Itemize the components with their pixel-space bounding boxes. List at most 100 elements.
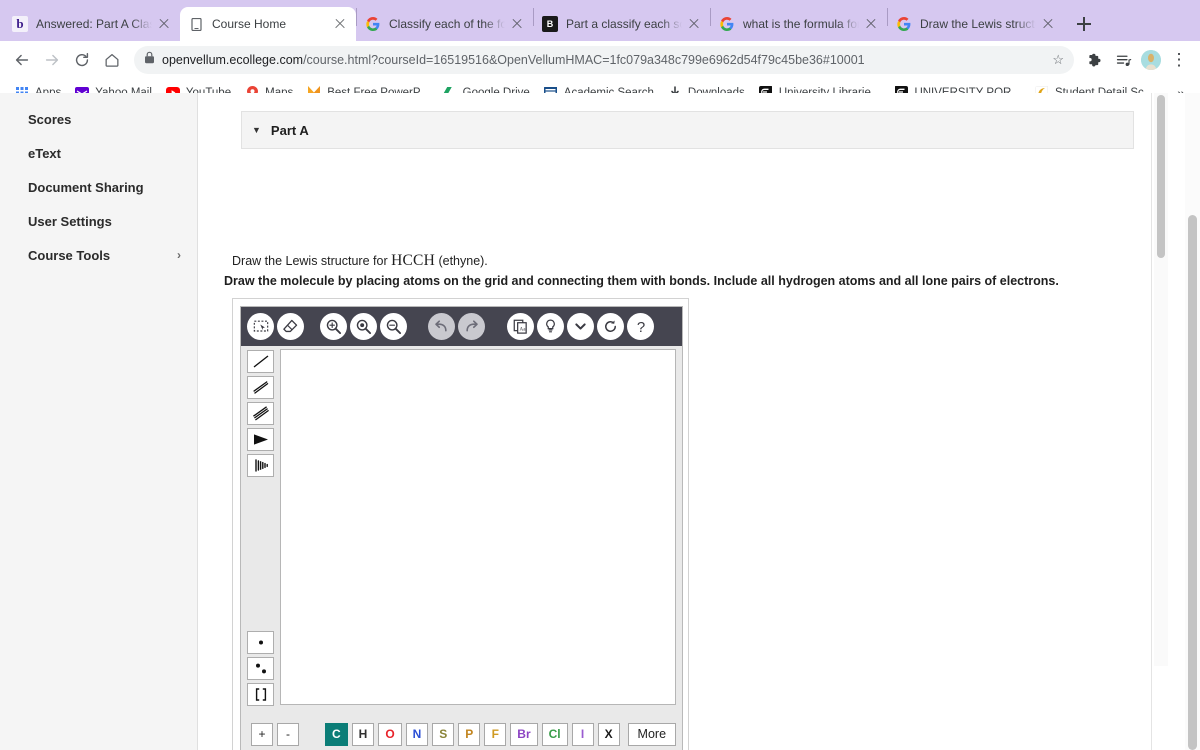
svg-text:?: ? — [636, 319, 644, 336]
reading-list-icon[interactable] — [1110, 47, 1136, 73]
element-button-p[interactable]: P — [458, 722, 481, 746]
sidebar-item-course-tools[interactable]: Course Tools › — [0, 238, 197, 272]
content-right-divider — [1151, 93, 1152, 750]
sidebar-item-label: Course Tools — [28, 247, 111, 263]
element-palette: + - C H O N S P F Br Cl I X More — [241, 713, 682, 750]
lone-pair-tool[interactable] — [247, 657, 274, 680]
tab-favicon-course — [188, 16, 204, 32]
zoom-out-icon[interactable] — [380, 313, 407, 340]
triple-bond-tool[interactable] — [247, 402, 274, 425]
select-lasso-icon[interactable] — [247, 313, 274, 340]
element-button-s[interactable]: S — [432, 722, 455, 746]
help-icon[interactable]: ? — [627, 313, 654, 340]
address-bar-url: openvellum.ecollege.com/course.html?cour… — [162, 53, 1045, 67]
zoom-in-icon[interactable] — [320, 313, 347, 340]
prompt-formula: HCCH — [391, 252, 435, 269]
tab-favicon-google — [719, 16, 735, 32]
browser-tab-2[interactable]: Classify each of the followin — [357, 7, 533, 41]
bracket-tool[interactable] — [247, 683, 274, 706]
element-button-h[interactable]: H — [351, 722, 375, 746]
back-button[interactable] — [8, 46, 36, 74]
drawing-canvas[interactable] — [280, 349, 676, 705]
tab-title: Answered: Part A Classify ea — [36, 17, 152, 31]
browser-tab-1[interactable]: Course Home — [180, 7, 356, 41]
zoom-reset-icon[interactable] — [350, 313, 377, 340]
secure-lock-icon — [144, 51, 155, 69]
tab-title: Course Home — [212, 17, 287, 31]
decrease-charge-button[interactable]: - — [277, 722, 299, 746]
profile-avatar[interactable] — [1138, 47, 1164, 73]
course-sidebar: Scores eText Document Sharing User Setti… — [0, 93, 198, 750]
assignment-content: ▼ Part A Draw the Lewis structure for HC… — [198, 93, 1200, 750]
tab-close-icon[interactable] — [863, 16, 879, 32]
hint-bulb-icon[interactable] — [537, 313, 564, 340]
url-path: /course.html?courseId=16519516&OpenVellu… — [303, 53, 865, 67]
part-a-header[interactable]: ▼ Part A — [241, 111, 1134, 149]
element-button-c[interactable]: C — [325, 722, 348, 746]
tab-close-icon[interactable] — [1040, 16, 1056, 32]
forward-button[interactable] — [38, 46, 66, 74]
browser-tab-5[interactable]: Draw the Lewis structure for — [888, 7, 1064, 41]
sidebar-item-label: User Settings — [28, 213, 112, 229]
tab-title: Draw the Lewis structure for — [920, 17, 1036, 31]
page-title: Part A — [270, 122, 309, 138]
extensions-puzzle-icon[interactable] — [1082, 47, 1108, 73]
element-button-n[interactable]: N — [405, 722, 429, 746]
caret-down-icon[interactable]: ▼ — [252, 125, 261, 135]
single-bond-tool[interactable] — [247, 350, 274, 373]
reload-button[interactable] — [68, 46, 96, 74]
undo-icon[interactable] — [428, 313, 455, 340]
inner-scrollbar-thumb[interactable] — [1157, 95, 1165, 258]
element-button-f[interactable]: F — [484, 722, 507, 746]
avatar — [1141, 50, 1161, 70]
wedge-bond-tool[interactable] — [247, 428, 274, 451]
question-instruction: Draw the molecule by placing atoms on th… — [224, 274, 1059, 288]
sidebar-item-user-settings[interactable]: User Settings — [0, 204, 197, 238]
canvas-wrap — [280, 346, 682, 713]
sidebar-item-etext[interactable]: eText — [0, 136, 197, 170]
new-tab-button[interactable] — [1070, 10, 1098, 38]
tab-title: what is the formula for cuso — [743, 17, 859, 31]
single-electron-tool[interactable] — [247, 631, 274, 654]
address-bar[interactable]: openvellum.ecollege.com/course.html?cour… — [134, 46, 1074, 74]
browser-tab-4[interactable]: what is the formula for cuso — [711, 7, 887, 41]
home-button[interactable] — [98, 46, 126, 74]
element-button-i[interactable]: I — [571, 722, 594, 746]
browser-menu-button[interactable]: ⋮ — [1166, 47, 1192, 73]
copy-icon[interactable]: Aa — [507, 313, 534, 340]
increase-charge-button[interactable]: + — [251, 722, 273, 746]
tab-favicon-bartleby: b — [12, 16, 28, 32]
question-prompt: Draw the Lewis structure for HCCH (ethyn… — [232, 252, 488, 270]
browser-tab-3[interactable]: B Part a classify each solid as — [534, 7, 710, 41]
element-button-x[interactable]: X — [597, 722, 620, 746]
browser-window: b Answered: Part A Classify ea Course Ho… — [0, 0, 1200, 750]
more-elements-button[interactable]: More — [627, 722, 676, 746]
browser-tab-0[interactable]: b Answered: Part A Classify ea — [4, 7, 180, 41]
redo-icon[interactable] — [458, 313, 485, 340]
element-button-o[interactable]: O — [378, 722, 402, 746]
sidebar-item-scores[interactable]: Scores — [0, 102, 197, 136]
page-body: Scores eText Document Sharing User Setti… — [0, 93, 1200, 750]
editor-body — [241, 346, 682, 713]
chevron-right-icon: › — [177, 248, 181, 262]
bookmark-star-icon[interactable]: ☆ — [1052, 52, 1064, 68]
tab-close-icon[interactable] — [156, 16, 172, 32]
dash-bond-tool[interactable] — [247, 454, 274, 477]
sidebar-item-document-sharing[interactable]: Document Sharing — [0, 170, 197, 204]
editor-toolbar: Aa ? — [241, 307, 682, 346]
element-button-br[interactable]: Br — [510, 722, 538, 746]
chevron-down-icon[interactable] — [567, 313, 594, 340]
tab-favicon-google — [896, 16, 912, 32]
sidebar-item-label: eText — [28, 145, 61, 161]
eraser-icon[interactable] — [277, 313, 304, 340]
editor-inner: Aa ? + - C H O N S P F Br Cl I X More — [240, 306, 683, 750]
tab-close-icon[interactable] — [686, 16, 702, 32]
sidebar-item-label: Document Sharing — [28, 179, 144, 195]
reset-icon[interactable] — [597, 313, 624, 340]
page-scrollbar-thumb[interactable] — [1188, 215, 1197, 750]
element-button-cl[interactable]: Cl — [541, 722, 568, 746]
tab-title: Part a classify each solid as — [566, 17, 682, 31]
tab-close-icon[interactable] — [509, 16, 525, 32]
tab-close-icon[interactable] — [332, 16, 348, 32]
double-bond-tool[interactable] — [247, 376, 274, 399]
